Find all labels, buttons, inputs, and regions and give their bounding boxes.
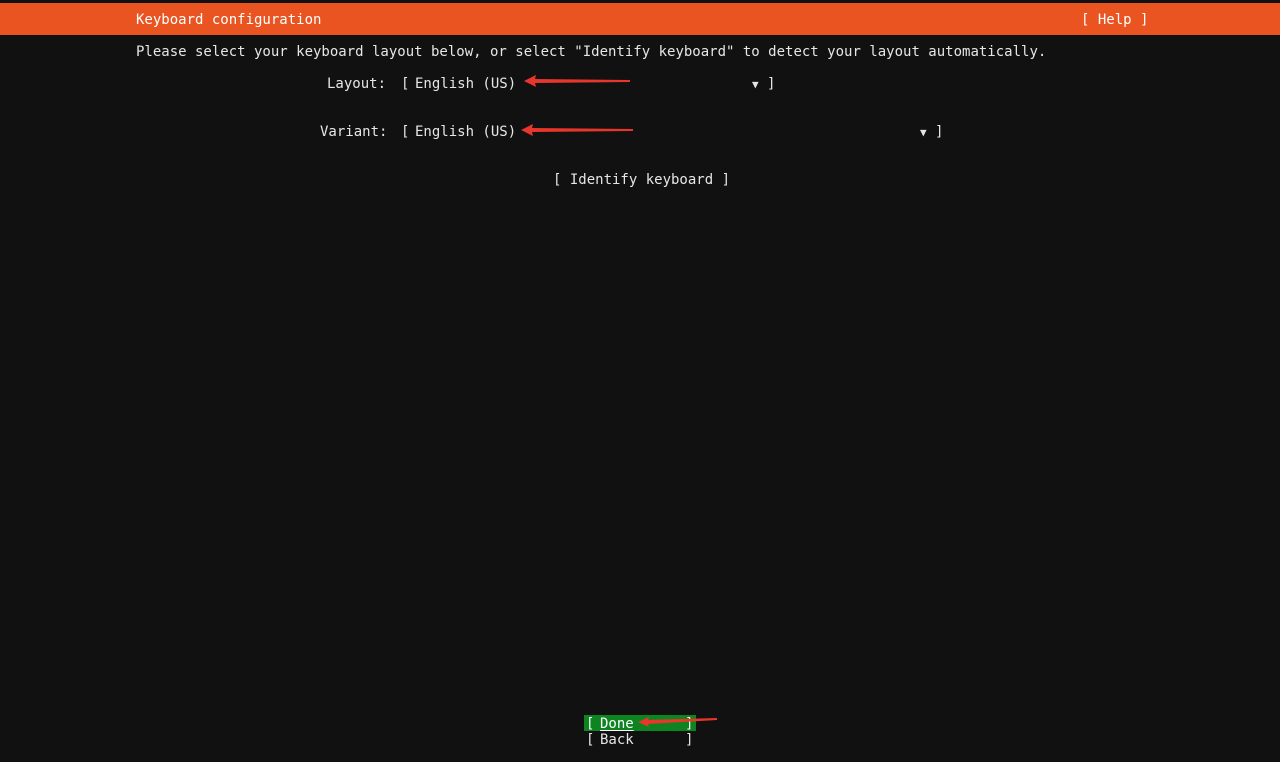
identify-keyboard-button[interactable]: [ Identify keyboard ] [553, 172, 730, 188]
back-bracket-left: [ [586, 732, 595, 748]
layout-bracket-left: [ [401, 76, 410, 92]
triangle-down-icon: ▼ [752, 78, 759, 91]
annotation-arrow-icon [524, 75, 630, 87]
triangle-down-icon: ▼ [920, 126, 927, 139]
instruction-text: Please select your keyboard layout below… [136, 44, 1047, 60]
variant-bracket-right: ] [935, 124, 944, 140]
help-button[interactable]: [ Help ] [1081, 12, 1148, 28]
back-label: Back [600, 732, 634, 748]
page-title: Keyboard configuration [136, 12, 322, 28]
header-bar: Keyboard configuration [ Help ] [0, 3, 1280, 35]
variant-dropdown[interactable]: [ English (US) ▼ ] [401, 124, 945, 140]
done-label: Done [600, 716, 634, 732]
variant-bracket-left: [ [401, 124, 410, 140]
annotation-arrow-icon [521, 124, 633, 136]
variant-label: Variant: [320, 124, 388, 140]
back-button[interactable]: [ Back ] [584, 732, 696, 748]
layout-value: English (US) [415, 76, 517, 92]
back-bracket-right: ] [685, 732, 694, 748]
layout-label: Layout: [327, 76, 387, 92]
annotation-arrow-icon [638, 717, 717, 727]
layout-bracket-right: ] [767, 76, 776, 92]
variant-value: English (US) [415, 124, 517, 140]
done-bracket-left: [ [586, 716, 595, 732]
